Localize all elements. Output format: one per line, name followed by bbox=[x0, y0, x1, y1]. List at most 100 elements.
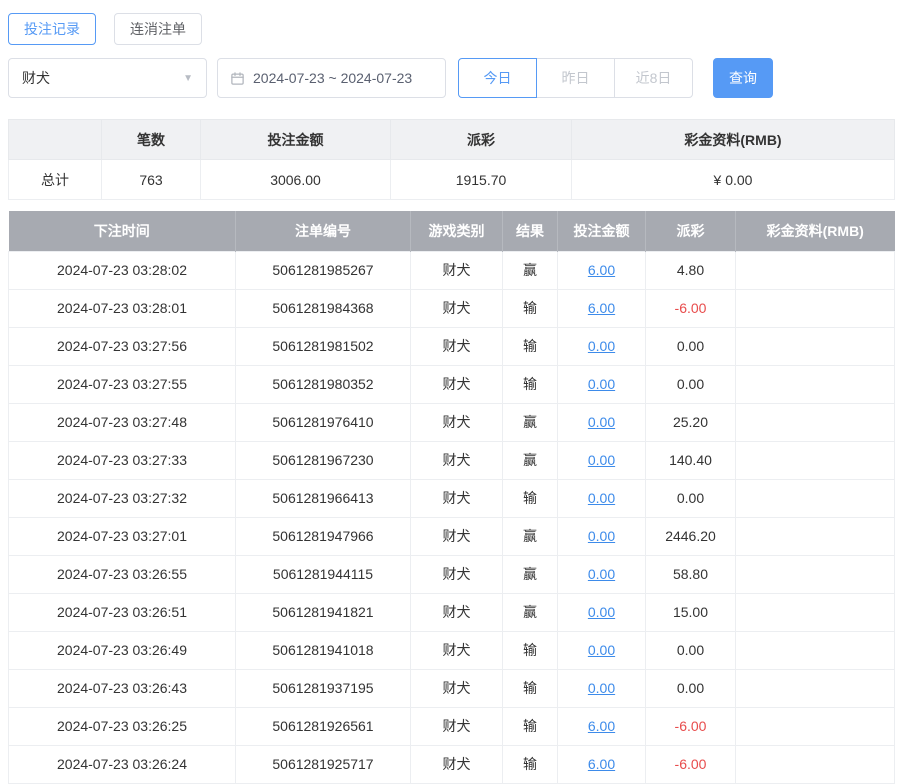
cell-bonus bbox=[735, 706, 895, 746]
bet-amount-link[interactable]: 0.00 bbox=[588, 452, 615, 468]
cell-result: 赢 bbox=[502, 402, 558, 442]
cell-bet-time: 2024-07-23 03:26:55 bbox=[8, 554, 236, 594]
cell-payout: 0.00 bbox=[645, 668, 736, 708]
cell-bonus bbox=[735, 402, 895, 442]
table-row: 2024-07-23 03:27:55 5061281980352 财犬输 0.00 0… bbox=[8, 364, 895, 404]
cell-bonus bbox=[735, 668, 895, 708]
cell-result: 赢 bbox=[502, 440, 558, 480]
cell-order-id: 5061281980352 bbox=[235, 364, 411, 404]
table-row: 2024-07-23 03:26:24 5061281925717 财犬输 6.00 -… bbox=[8, 744, 895, 784]
quick-filter-yesterday-button[interactable]: 昨日 bbox=[536, 58, 615, 98]
cell-payout: 2446.20 bbox=[645, 516, 736, 556]
tab-linked-cancel-orders[interactable]: 连消注单 bbox=[114, 13, 202, 45]
cell-order-id: 5061281981502 bbox=[235, 326, 411, 366]
cell-order-id: 5061281947966 bbox=[235, 516, 411, 556]
table-header-bet-time: 下注时间 bbox=[8, 211, 236, 251]
cell-game-type: 财犬 bbox=[410, 668, 503, 708]
summary-header-empty bbox=[8, 119, 102, 160]
bet-amount-link[interactable]: 0.00 bbox=[588, 566, 615, 582]
cell-bet-time: 2024-07-23 03:27:33 bbox=[8, 440, 236, 480]
cell-bonus bbox=[735, 554, 895, 594]
calendar-icon bbox=[230, 71, 245, 86]
cell-bet-time: 2024-07-23 03:26:24 bbox=[8, 744, 236, 784]
cell-order-id: 5061281984368 bbox=[235, 288, 411, 328]
table-header-order-id: 注单编号 bbox=[235, 211, 411, 251]
bet-amount-link[interactable]: 0.00 bbox=[588, 642, 615, 658]
cell-bonus bbox=[735, 288, 895, 328]
summary-payout-value: 1915.70 bbox=[390, 159, 572, 200]
cell-bet-time: 2024-07-23 03:26:25 bbox=[8, 706, 236, 746]
table-row: 2024-07-23 03:26:43 5061281937195 财犬输 0.00 0… bbox=[8, 668, 895, 708]
cell-game-type: 财犬 bbox=[410, 592, 503, 632]
cell-bet-time: 2024-07-23 03:28:01 bbox=[8, 288, 236, 328]
quick-filter-group: 今日 昨日 近8日 bbox=[458, 58, 693, 98]
cell-bet-amount: 0.00 bbox=[557, 440, 646, 480]
cell-payout: -6.00 bbox=[645, 744, 736, 784]
cell-game-type: 财犬 bbox=[410, 516, 503, 556]
bet-table-body: 2024-07-23 03:28:02 5061281985267 财犬赢 6.00 4… bbox=[8, 250, 895, 784]
table-row: 2024-07-23 03:27:01 5061281947966 财犬赢 0.00 2… bbox=[8, 516, 895, 556]
cell-order-id: 5061281937195 bbox=[235, 668, 411, 708]
cell-result: 赢 bbox=[502, 250, 558, 290]
quick-filter-today-button[interactable]: 今日 bbox=[458, 58, 537, 98]
table-row: 2024-07-23 03:27:33 5061281967230 财犬赢 0.00 1… bbox=[8, 440, 895, 480]
cell-result: 输 bbox=[502, 288, 558, 328]
cell-result: 赢 bbox=[502, 554, 558, 594]
cell-game-type: 财犬 bbox=[410, 440, 503, 480]
cell-bet-amount: 0.00 bbox=[557, 668, 646, 708]
cell-bet-time: 2024-07-23 03:27:01 bbox=[8, 516, 236, 556]
cell-bet-time: 2024-07-23 03:26:43 bbox=[8, 668, 236, 708]
cell-result: 赢 bbox=[502, 516, 558, 556]
cell-result: 输 bbox=[502, 478, 558, 518]
bet-amount-link[interactable]: 0.00 bbox=[588, 414, 615, 430]
cell-bet-time: 2024-07-23 03:27:32 bbox=[8, 478, 236, 518]
tab-betting-records[interactable]: 投注记录 bbox=[8, 13, 96, 45]
cell-order-id: 5061281967230 bbox=[235, 440, 411, 480]
cell-result: 输 bbox=[502, 630, 558, 670]
bet-amount-link[interactable]: 6.00 bbox=[588, 300, 615, 316]
bet-amount-link[interactable]: 0.00 bbox=[588, 528, 615, 544]
cell-payout: 15.00 bbox=[645, 592, 736, 632]
cell-game-type: 财犬 bbox=[410, 478, 503, 518]
bet-amount-link[interactable]: 6.00 bbox=[588, 756, 615, 772]
cell-bet-amount: 0.00 bbox=[557, 554, 646, 594]
table-row: 2024-07-23 03:28:02 5061281985267 财犬赢 6.00 4… bbox=[8, 250, 895, 290]
summary-header-bonus: 彩金资料(RMB) bbox=[571, 119, 895, 160]
cell-payout: 0.00 bbox=[645, 326, 736, 366]
summary-header-count: 笔数 bbox=[101, 119, 201, 160]
bet-amount-link[interactable]: 0.00 bbox=[588, 490, 615, 506]
bet-amount-link[interactable]: 6.00 bbox=[588, 718, 615, 734]
table-row: 2024-07-23 03:26:51 5061281941821 财犬赢 0.00 1… bbox=[8, 592, 895, 632]
cell-bet-time: 2024-07-23 03:28:02 bbox=[8, 250, 236, 290]
date-range-picker[interactable]: 2024-07-23 ~ 2024-07-23 bbox=[217, 58, 446, 98]
cell-bonus bbox=[735, 250, 895, 290]
search-button[interactable]: 查询 bbox=[713, 58, 773, 98]
game-select-value: 财犬 bbox=[22, 70, 50, 86]
cell-bonus bbox=[735, 516, 895, 556]
cell-payout: 25.20 bbox=[645, 402, 736, 442]
cell-result: 输 bbox=[502, 326, 558, 366]
bet-amount-link[interactable]: 0.00 bbox=[588, 680, 615, 696]
bet-amount-link[interactable]: 0.00 bbox=[588, 604, 615, 620]
cell-order-id: 5061281941821 bbox=[235, 592, 411, 632]
cell-payout: 0.00 bbox=[645, 630, 736, 670]
cell-bonus bbox=[735, 440, 895, 480]
quick-filter-last8days-button[interactable]: 近8日 bbox=[614, 58, 693, 98]
cell-payout: 4.80 bbox=[645, 250, 736, 290]
table-row: 2024-07-23 03:28:01 5061281984368 财犬输 6.00 -… bbox=[8, 288, 895, 328]
cell-bet-amount: 6.00 bbox=[557, 288, 646, 328]
cell-bet-amount: 6.00 bbox=[557, 744, 646, 784]
table-row: 2024-07-23 03:26:55 5061281944115 财犬赢 0.00 5… bbox=[8, 554, 895, 594]
game-select[interactable]: 财犬 ▼ bbox=[8, 58, 207, 98]
cell-game-type: 财犬 bbox=[410, 706, 503, 746]
bet-amount-link[interactable]: 6.00 bbox=[588, 262, 615, 278]
cell-bet-time: 2024-07-23 03:27:56 bbox=[8, 326, 236, 366]
cell-bonus bbox=[735, 478, 895, 518]
cell-bet-amount: 0.00 bbox=[557, 516, 646, 556]
cell-bet-amount: 0.00 bbox=[557, 630, 646, 670]
bet-amount-link[interactable]: 0.00 bbox=[588, 376, 615, 392]
table-header-bet-amount: 投注金额 bbox=[557, 211, 646, 251]
bet-amount-link[interactable]: 0.00 bbox=[588, 338, 615, 354]
cell-game-type: 财犬 bbox=[410, 554, 503, 594]
cell-bonus bbox=[735, 592, 895, 632]
